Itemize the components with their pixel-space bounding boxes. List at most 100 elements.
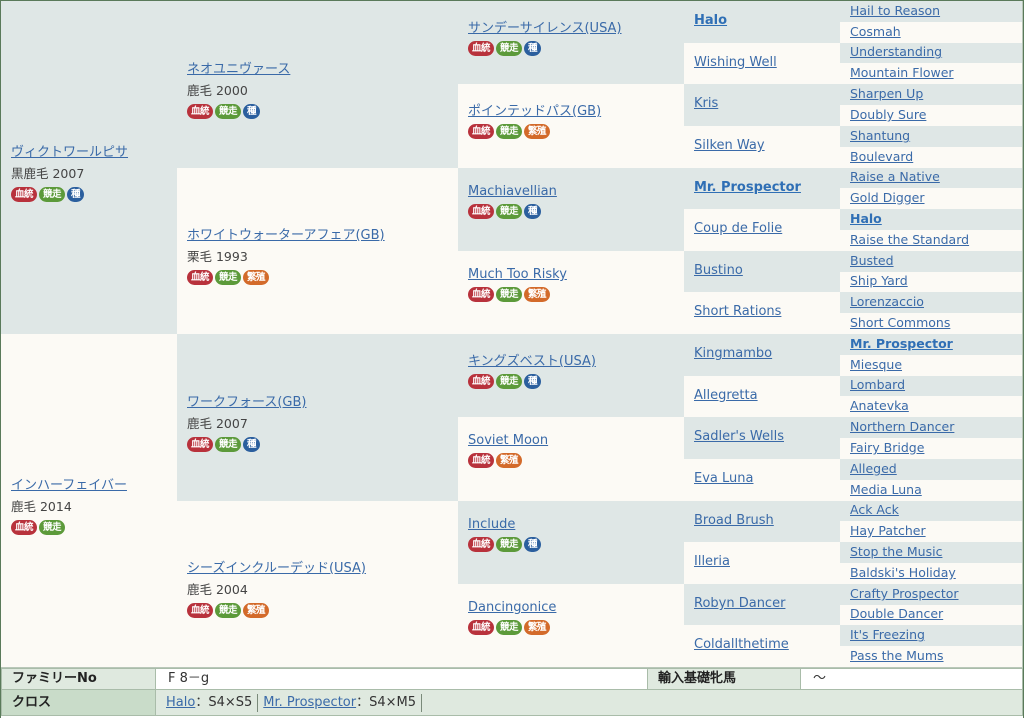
horse-name-link[interactable]: ホワイトウォーターアフェア(GB) xyxy=(187,224,385,243)
badge-race[interactable]: 競走 xyxy=(496,124,523,139)
horse-name-link[interactable]: Media Luna xyxy=(850,482,922,497)
badge-stallion[interactable]: 種 xyxy=(67,187,85,202)
horse-name-link[interactable]: ワークフォース(GB) xyxy=(187,391,307,410)
cross-link-halo[interactable]: Halo xyxy=(166,695,195,710)
horse-name-link[interactable]: Lombard xyxy=(850,377,905,392)
horse-name-link[interactable]: Soviet Moon xyxy=(468,433,548,448)
horse-name-link[interactable]: Ack Ack xyxy=(850,502,899,517)
horse-name-link[interactable]: Short Rations xyxy=(694,304,781,319)
horse-name-link[interactable]: Sadler's Wells xyxy=(694,429,784,444)
horse-name-link[interactable]: Cosmah xyxy=(850,24,901,39)
horse-name-link[interactable]: Hay Patcher xyxy=(850,523,926,538)
badge-pedigree[interactable]: 血統 xyxy=(11,187,38,202)
horse-name-link[interactable]: Anatevka xyxy=(850,398,909,413)
horse-name-link[interactable]: Broad Brush xyxy=(694,513,774,528)
badge-pedigree[interactable]: 血統 xyxy=(468,124,495,139)
horse-name-link[interactable]: Bustino xyxy=(694,263,743,278)
horse-name-link[interactable]: Double Dancer xyxy=(850,606,943,621)
badge-race[interactable]: 競走 xyxy=(496,41,523,56)
horse-name-link[interactable]: Much Too Risky xyxy=(468,267,567,282)
horse-name-link[interactable]: Coup de Folie xyxy=(694,221,782,236)
horse-name-link[interactable]: Allegretta xyxy=(694,388,758,403)
horse-name-link[interactable]: Coldallthetime xyxy=(694,637,789,652)
badge-race[interactable]: 競走 xyxy=(496,374,523,389)
horse-name-link[interactable]: Fairy Bridge xyxy=(850,440,924,455)
horse-name-link[interactable]: Miesque xyxy=(850,357,902,372)
badge-pedigree[interactable]: 血統 xyxy=(187,104,214,119)
badge-race[interactable]: 競走 xyxy=(215,270,242,285)
horse-name-link[interactable]: Busted xyxy=(850,253,894,268)
horse-name-link[interactable]: Wishing Well xyxy=(694,55,777,70)
badge-stallion[interactable]: 種 xyxy=(524,537,542,552)
badge-pedigree[interactable]: 血統 xyxy=(468,374,495,389)
badge-pedigree[interactable]: 血統 xyxy=(468,453,495,468)
horse-name-link[interactable]: ネオユニヴァース xyxy=(187,58,290,77)
horse-name-link[interactable]: シーズインクルーデッド(USA) xyxy=(187,557,366,576)
badge-race[interactable]: 競走 xyxy=(496,537,523,552)
horse-name-link[interactable]: Halo xyxy=(850,211,882,226)
horse-name-link[interactable]: Stop the Music xyxy=(850,544,942,559)
horse-name-link[interactable]: Crafty Prospector xyxy=(850,586,959,601)
horse-name-link[interactable]: Raise a Native xyxy=(850,169,940,184)
horse-name-link[interactable]: Shantung xyxy=(850,128,910,143)
badge-broodmare[interactable]: 繁殖 xyxy=(243,270,270,285)
horse-name-link[interactable]: Dancingonice xyxy=(468,600,556,615)
horse-name-link[interactable]: Pass the Mums xyxy=(850,648,944,663)
horse-name-link[interactable]: Halo xyxy=(694,13,727,28)
horse-name-link[interactable]: It's Freezing xyxy=(850,627,925,642)
horse-name-link[interactable]: Raise the Standard xyxy=(850,232,969,247)
badge-pedigree[interactable]: 血統 xyxy=(11,520,38,535)
badge-pedigree[interactable]: 血統 xyxy=(187,437,214,452)
badge-race[interactable]: 競走 xyxy=(39,187,66,202)
horse-name-link[interactable]: Eva Luna xyxy=(694,471,753,486)
badge-race[interactable]: 競走 xyxy=(215,437,242,452)
badge-broodmare[interactable]: 繁殖 xyxy=(243,603,270,618)
horse-name-link[interactable]: Robyn Dancer xyxy=(694,596,785,611)
badge-broodmare[interactable]: 繁殖 xyxy=(496,453,523,468)
horse-name-link[interactable]: インハーフェイバー xyxy=(11,474,127,493)
badge-pedigree[interactable]: 血統 xyxy=(187,603,214,618)
badge-broodmare[interactable]: 繁殖 xyxy=(524,287,551,302)
horse-name-link[interactable]: Machiavellian xyxy=(468,184,557,199)
badge-stallion[interactable]: 種 xyxy=(524,204,542,219)
badge-race[interactable]: 競走 xyxy=(496,204,523,219)
horse-name-link[interactable]: Gold Digger xyxy=(850,190,925,205)
badge-stallion[interactable]: 種 xyxy=(524,41,542,56)
badge-stallion[interactable]: 種 xyxy=(243,104,261,119)
badge-stallion[interactable]: 種 xyxy=(524,374,542,389)
horse-name-link[interactable]: Mr. Prospector xyxy=(694,180,801,195)
badge-pedigree[interactable]: 血統 xyxy=(468,537,495,552)
horse-name-link[interactable]: Baldski's Holiday xyxy=(850,565,956,580)
badge-race[interactable]: 競走 xyxy=(496,620,523,635)
horse-name-link[interactable]: Lorenzaccio xyxy=(850,294,924,309)
horse-name-link[interactable]: ポインテッドパス(GB) xyxy=(468,100,601,119)
badge-pedigree[interactable]: 血統 xyxy=(468,204,495,219)
horse-name-link[interactable]: Hail to Reason xyxy=(850,3,940,18)
badge-pedigree[interactable]: 血統 xyxy=(468,287,495,302)
cross-link-mr-prospector[interactable]: Mr. Prospector xyxy=(263,695,356,710)
horse-name-link[interactable]: Ship Yard xyxy=(850,273,908,288)
horse-name-link[interactable]: サンデーサイレンス(USA) xyxy=(468,17,622,36)
horse-name-link[interactable]: Boulevard xyxy=(850,149,913,164)
badge-race[interactable]: 競走 xyxy=(39,520,66,535)
badge-broodmare[interactable]: 繁殖 xyxy=(524,620,551,635)
horse-name-link[interactable]: キングズベスト(USA) xyxy=(468,350,596,369)
horse-name-link[interactable]: Mr. Prospector xyxy=(850,336,953,351)
horse-name-link[interactable]: Kris xyxy=(694,96,718,111)
horse-name-link[interactable]: Alleged xyxy=(850,461,897,476)
horse-name-link[interactable]: Illeria xyxy=(694,554,730,569)
horse-name-link[interactable]: Silken Way xyxy=(694,138,765,153)
badge-race[interactable]: 競走 xyxy=(496,287,523,302)
horse-name-link[interactable]: Short Commons xyxy=(850,315,950,330)
horse-name-link[interactable]: Kingmambo xyxy=(694,346,772,361)
badge-broodmare[interactable]: 繁殖 xyxy=(524,124,551,139)
horse-name-link[interactable]: Sharpen Up xyxy=(850,86,923,101)
horse-name-link[interactable]: Northern Dancer xyxy=(850,419,954,434)
horse-name-link[interactable]: Include xyxy=(468,517,515,532)
badge-pedigree[interactable]: 血統 xyxy=(187,270,214,285)
badge-pedigree[interactable]: 血統 xyxy=(468,620,495,635)
horse-name-link[interactable]: ヴィクトワールピサ xyxy=(11,141,128,160)
badge-race[interactable]: 競走 xyxy=(215,603,242,618)
badge-race[interactable]: 競走 xyxy=(215,104,242,119)
badge-stallion[interactable]: 種 xyxy=(243,437,261,452)
